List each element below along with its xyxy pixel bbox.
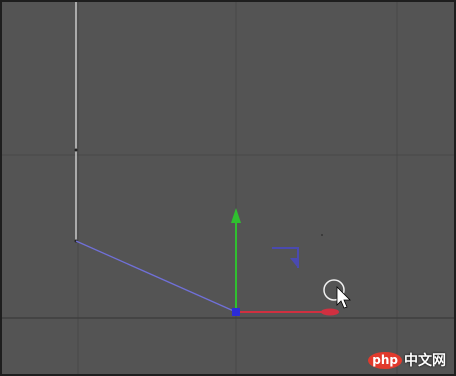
spline-segment-diagonal [75, 240, 237, 313]
viewport[interactable]: php 中文网 [0, 0, 456, 376]
viewport-canvas[interactable] [2, 2, 454, 374]
move-gizmo[interactable] [231, 208, 339, 316]
scene-dot [321, 234, 323, 236]
viewport-grid [2, 2, 454, 374]
gizmo-y-arrow [231, 208, 241, 223]
mouse-cursor [323, 279, 351, 309]
gizmo-pivot [232, 308, 240, 316]
rotation-corner-icon [272, 247, 299, 268]
gizmo-x-handle [321, 308, 339, 316]
spline-point [74, 148, 78, 152]
spline-object[interactable] [74, 2, 237, 313]
